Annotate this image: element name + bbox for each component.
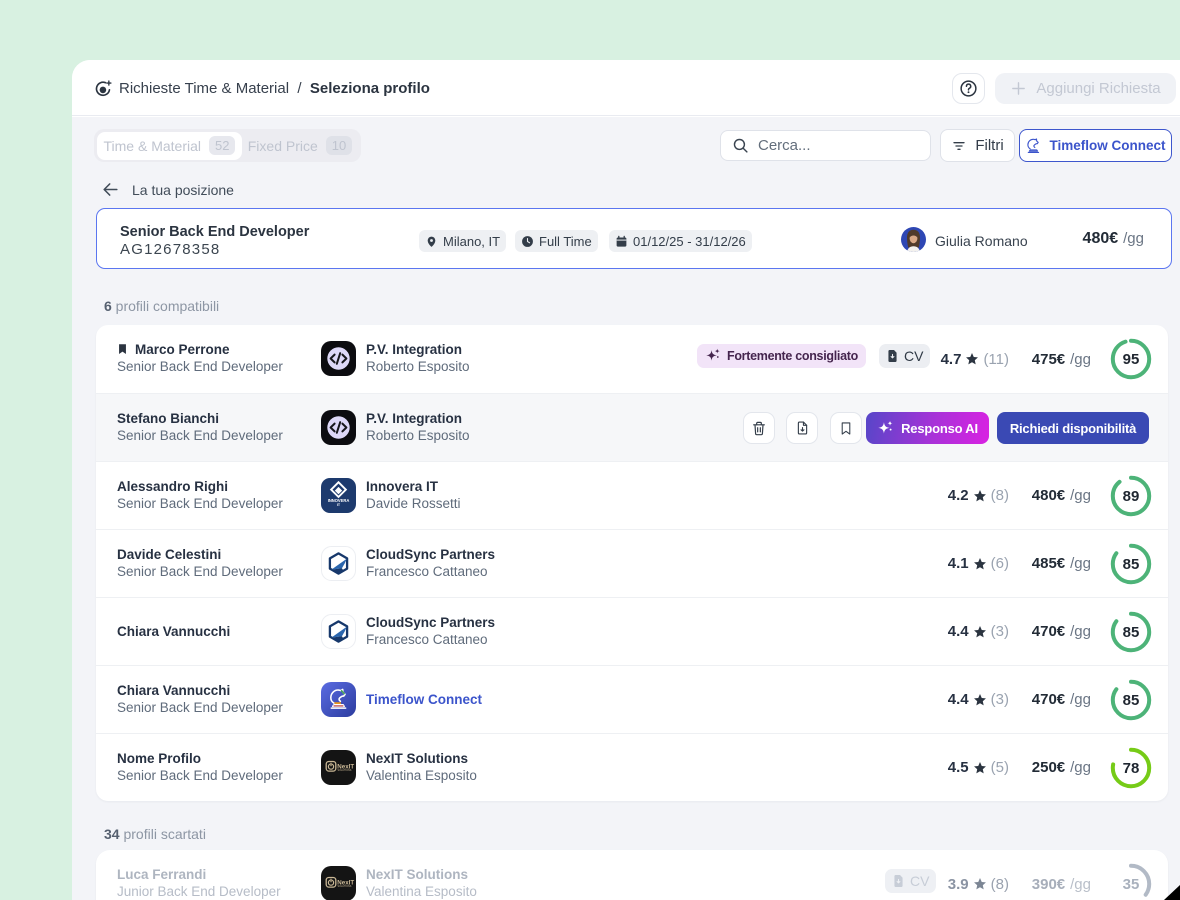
svg-text:SOLUTIONS: SOLUTIONS [338, 885, 352, 888]
svg-text:SOLUTIONS: SOLUTIONS [338, 769, 352, 772]
svg-text:INNOVERA: INNOVERA [328, 498, 350, 503]
